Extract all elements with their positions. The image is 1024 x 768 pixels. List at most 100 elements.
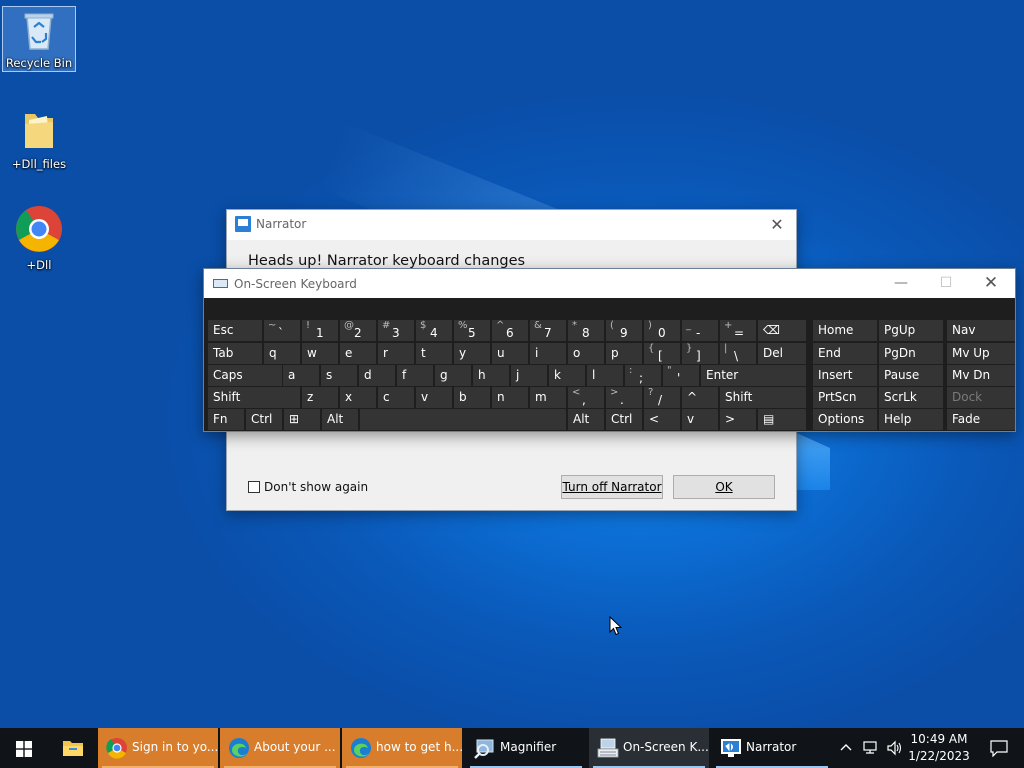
osk-key[interactable]: z <box>302 387 338 408</box>
osk-key[interactable]: {[ <box>644 343 680 364</box>
osk-nav-key[interactable]: Fade <box>947 409 1015 430</box>
clock-button[interactable]: 10:49 AM 1/22/2023 <box>906 728 972 768</box>
dont-show-again-checkbox[interactable]: Don't show again <box>248 480 368 494</box>
osk-nav-key[interactable]: Home <box>813 320 877 341</box>
osk-key[interactable]: q <box>264 343 300 364</box>
osk-key[interactable]: v <box>682 409 718 430</box>
desktop-icon-dll-chrome[interactable]: +Dll <box>2 205 76 272</box>
osk-key[interactable]: :; <box>625 365 661 386</box>
osk-key[interactable]: p <box>606 343 642 364</box>
osk-key[interactable]: ⌫ <box>758 320 806 341</box>
checkbox-box[interactable] <box>248 481 260 493</box>
osk-key[interactable]: n <box>492 387 528 408</box>
osk-key[interactable]: >. <box>606 387 642 408</box>
osk-key[interactable]: <, <box>568 387 604 408</box>
osk-key[interactable]: #3 <box>378 320 414 341</box>
osk-key[interactable]: ~ ` <box>264 320 300 341</box>
osk-key[interactable]: r <box>378 343 414 364</box>
osk-key[interactable]: o <box>568 343 604 364</box>
taskbar-item-edge-about[interactable]: About your ... <box>220 728 340 768</box>
osk-key[interactable]: v <box>416 387 452 408</box>
taskbar-item-magnifier[interactable]: Magnifier <box>466 728 586 768</box>
osk-key[interactable]: b <box>454 387 490 408</box>
osk-nav-key[interactable]: Insert <box>813 365 877 386</box>
osk-key[interactable]: Ctrl <box>246 409 282 430</box>
osk-key[interactable]: < <box>644 409 680 430</box>
osk-key[interactable]: }] <box>682 343 718 364</box>
osk-key[interactable]: ^ 6 <box>492 320 528 341</box>
osk-maximize-button[interactable]: ☐ <box>932 272 960 294</box>
osk-key[interactable]: > <box>720 409 756 430</box>
action-center-button[interactable] <box>976 728 1020 768</box>
osk-key[interactable]: Shift <box>208 387 300 408</box>
osk-key[interactable]: t <box>416 343 452 364</box>
volume-tray-button[interactable] <box>884 728 906 768</box>
osk-key[interactable]: Alt <box>568 409 604 430</box>
file-explorer-button[interactable] <box>48 728 96 768</box>
taskbar-item-chrome-sign-in[interactable]: Sign in to yo... <box>98 728 218 768</box>
narrator-title-bar[interactable]: Narrator ✕ <box>227 210 796 240</box>
taskbar-item-narrator[interactable]: Narrator <box>712 728 832 768</box>
osk-key[interactable]: s <box>321 365 357 386</box>
osk-key[interactable]: k <box>549 365 585 386</box>
osk-key[interactable]: u <box>492 343 528 364</box>
osk-key[interactable]: h <box>473 365 509 386</box>
osk-close-button[interactable]: ✕ <box>977 272 1005 294</box>
start-button[interactable] <box>0 728 48 768</box>
osk-nav-key[interactable]: Help <box>879 409 943 430</box>
osk-key[interactable]: a <box>283 365 319 386</box>
osk-key[interactable]: & 7 <box>530 320 566 341</box>
taskbar-item-on-screen-keyboard[interactable]: On-Screen K... <box>589 728 709 768</box>
osk-nav-key[interactable]: Mv Dn <box>947 365 1015 386</box>
osk-key[interactable]: i <box>530 343 566 364</box>
osk-key[interactable]: d <box>359 365 395 386</box>
desktop-icon-dll-files[interactable]: +Dll_files <box>2 108 76 171</box>
osk-key[interactable]: % 5 <box>454 320 490 341</box>
osk-key[interactable] <box>360 409 566 430</box>
osk-key[interactable]: x <box>340 387 376 408</box>
osk-key[interactable]: w <box>302 343 338 364</box>
osk-key[interactable]: ! 1 <box>302 320 338 341</box>
ok-button[interactable]: OK <box>673 475 775 499</box>
osk-nav-key[interactable]: Pause <box>879 365 943 386</box>
osk-key[interactable]: g <box>435 365 471 386</box>
osk-nav-key[interactable]: Options <box>813 409 877 430</box>
taskbar-item-edge-how-to[interactable]: how to get h... <box>342 728 463 768</box>
osk-key[interactable]: (9 <box>606 320 642 341</box>
osk-key[interactable]: * 8 <box>568 320 604 341</box>
osk-key[interactable]: y <box>454 343 490 364</box>
osk-key[interactable]: Caps <box>208 365 282 386</box>
osk-key[interactable]: ^ <box>682 387 718 408</box>
osk-key[interactable]: ⊞ <box>284 409 320 430</box>
show-hidden-icons-button[interactable] <box>836 728 856 768</box>
osk-key[interactable]: + = <box>720 320 756 341</box>
turn-off-narrator-button[interactable]: Turn off Narrator <box>561 475 663 499</box>
osk-key[interactable]: " ' <box>663 365 699 386</box>
narrator-close-button[interactable]: ✕ <box>766 214 788 236</box>
osk-key[interactable]: j <box>511 365 547 386</box>
osk-key[interactable]: _ - <box>682 320 718 341</box>
network-tray-button[interactable] <box>860 728 882 768</box>
osk-key[interactable]: $4 <box>416 320 452 341</box>
osk-key[interactable]: l <box>587 365 623 386</box>
osk-minimize-button[interactable]: — <box>887 272 915 294</box>
osk-key[interactable]: | \ <box>720 343 756 364</box>
osk-nav-key[interactable]: PrtScn <box>813 387 877 408</box>
osk-key[interactable]: Enter <box>701 365 806 386</box>
osk-key[interactable]: Fn <box>208 409 244 430</box>
osk-key[interactable]: ) 0 <box>644 320 680 341</box>
osk-key[interactable]: Alt <box>322 409 358 430</box>
desktop-icon-recycle-bin[interactable]: Recycle Bin <box>2 6 76 72</box>
osk-nav-key[interactable]: End <box>813 343 877 364</box>
osk-nav-key[interactable]: Nav <box>947 320 1015 341</box>
osk-key[interactable]: m <box>530 387 566 408</box>
osk-nav-key[interactable]: Dock <box>947 387 1015 408</box>
osk-key[interactable]: ▤ <box>758 409 806 430</box>
osk-key[interactable]: @2 <box>340 320 376 341</box>
osk-key[interactable]: c <box>378 387 414 408</box>
osk-title-bar[interactable]: On-Screen Keyboard — ☐ ✕ <box>204 269 1015 298</box>
osk-key[interactable]: Ctrl <box>606 409 642 430</box>
osk-key[interactable]: f <box>397 365 433 386</box>
osk-nav-key[interactable]: PgUp <box>879 320 943 341</box>
osk-key[interactable]: Shift <box>720 387 806 408</box>
